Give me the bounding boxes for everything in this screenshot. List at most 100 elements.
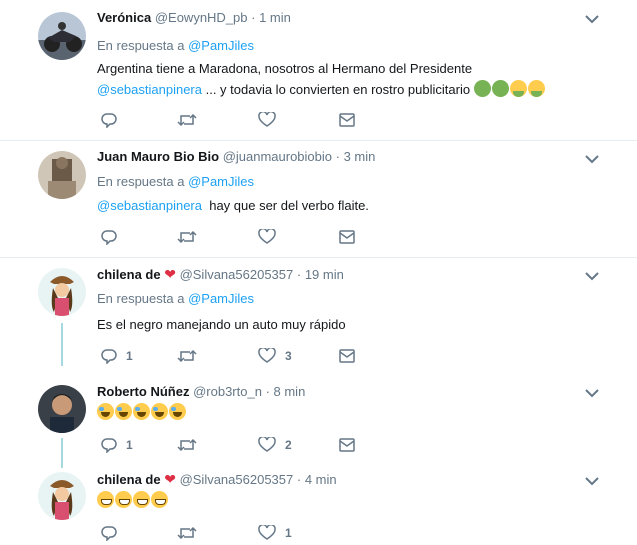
tweet-text-line: ... y todavia lo convierten en rostro pu… <box>201 82 471 97</box>
grinning-face-emoji <box>97 491 114 508</box>
heart-icon <box>258 229 276 244</box>
tweet[interactable]: chilena de ❤ @Silvana56205357 · 19 min E… <box>0 258 637 370</box>
like-button[interactable]: 3 <box>258 346 292 366</box>
tweet-actions: 1 <box>97 523 367 543</box>
display-name[interactable]: chilena de <box>97 267 161 282</box>
user-handle[interactable]: @rob3rto_n <box>193 384 262 399</box>
sick-face-emoji <box>491 80 509 97</box>
direct-message-button[interactable] <box>339 110 355 130</box>
tweet-actions <box>97 227 367 247</box>
tweet-text-line: hay que ser del verbo flaite. <box>201 198 369 213</box>
user-handle[interactable]: @Silvana56205357 <box>180 472 294 487</box>
retweet-icon <box>177 230 197 244</box>
heart-icon <box>258 348 276 363</box>
timestamp[interactable]: · 19 min <box>297 267 344 282</box>
user-handle[interactable]: @EowynHD_pb <box>155 10 248 25</box>
tweet-actions: 1 2 <box>97 435 367 455</box>
user-handle[interactable]: @juanmaurobiobio <box>223 149 332 164</box>
tweet-text <box>97 402 187 423</box>
grinning-face-emoji <box>133 491 150 508</box>
tweet-text: Argentina tiene a Maradona, nosotros al … <box>97 58 546 100</box>
avatar[interactable] <box>38 472 86 520</box>
reply-to-link[interactable]: @PamJiles <box>188 291 254 306</box>
reply-button[interactable] <box>101 227 126 247</box>
heart-icon <box>258 525 276 540</box>
heart-icon <box>258 437 276 452</box>
reply-count: 1 <box>126 349 133 363</box>
display-name[interactable]: Verónica <box>97 10 151 25</box>
retweet-icon <box>177 438 197 452</box>
direct-message-button[interactable] <box>339 227 355 247</box>
chevron-down-icon[interactable] <box>585 154 599 164</box>
like-button[interactable]: 2 <box>258 435 292 455</box>
red-heart-emoji: ❤ <box>164 266 176 282</box>
like-button[interactable] <box>258 227 285 247</box>
tweet-text-line: Argentina tiene a Maradona, nosotros al … <box>97 61 473 76</box>
sick-face-emoji <box>473 80 491 97</box>
reply-to-link[interactable]: @PamJiles <box>188 174 254 189</box>
reply-button[interactable] <box>101 523 126 543</box>
reply-icon <box>101 230 117 245</box>
timestamp[interactable]: · 4 min <box>297 472 337 487</box>
timestamp[interactable]: · 1 min <box>251 10 291 25</box>
reply-context: En respuesta a @PamJiles <box>97 174 254 189</box>
retweet-button[interactable] <box>177 227 206 247</box>
tweet[interactable]: Roberto Núñez @rob3rto_n · 8 min 1 2 <box>0 373 637 461</box>
avatar[interactable] <box>38 12 86 60</box>
like-button[interactable] <box>258 110 285 130</box>
reply-context: En respuesta a @PamJiles <box>97 38 254 53</box>
tears-of-joy-emoji <box>97 403 114 420</box>
display-name[interactable]: Roberto Núñez <box>97 384 189 399</box>
direct-message-button[interactable] <box>339 435 355 455</box>
timestamp[interactable]: · 8 min <box>266 384 306 399</box>
retweet-button[interactable] <box>177 110 206 130</box>
retweet-button[interactable] <box>177 435 206 455</box>
mention-link[interactable]: @sebastianpinera <box>97 198 202 213</box>
reply-button[interactable]: 1 <box>101 435 133 455</box>
direct-message-button[interactable] <box>339 346 355 366</box>
reply-count: 1 <box>126 438 133 452</box>
like-count: 1 <box>285 526 292 540</box>
mention-link[interactable]: @sebastianpinera <box>97 82 202 97</box>
tweet-text <box>97 490 169 511</box>
grinning-face-emoji <box>115 491 132 508</box>
tweet-text: @sebastianpinera hay que ser del verbo f… <box>97 195 369 216</box>
user-handle[interactable]: @Silvana56205357 <box>180 267 294 282</box>
reply-icon <box>101 113 117 128</box>
display-name[interactable]: Juan Mauro Bio Bio <box>97 149 219 164</box>
reply-icon <box>101 526 117 541</box>
tweet-actions: 1 3 <box>97 346 367 366</box>
chevron-down-icon[interactable] <box>585 14 599 24</box>
like-button[interactable]: 1 <box>258 523 292 543</box>
tears-of-joy-emoji <box>151 403 168 420</box>
reply-icon <box>101 349 117 364</box>
tweet-actions <box>97 110 367 130</box>
envelope-icon <box>339 113 355 127</box>
reply-context: En respuesta a @PamJiles <box>97 291 254 306</box>
tweet-text: Es el negro manejando un auto muy rápido <box>97 317 346 332</box>
retweet-button[interactable] <box>177 523 206 543</box>
tweet[interactable]: chilena de ❤ @Silvana56205357 · 4 min 1 <box>0 462 637 545</box>
reply-to-link[interactable]: @PamJiles <box>188 38 254 53</box>
envelope-icon <box>339 349 355 363</box>
tweet[interactable]: Verónica @EowynHD_pb · 1 min En respuest… <box>0 0 637 140</box>
envelope-icon <box>339 230 355 244</box>
avatar[interactable] <box>38 268 86 316</box>
timestamp[interactable]: · 3 min <box>336 149 376 164</box>
reply-button[interactable]: 1 <box>101 346 133 366</box>
chevron-down-icon[interactable] <box>585 476 599 486</box>
avatar[interactable] <box>38 385 86 433</box>
reply-prefix: En respuesta a <box>97 38 185 53</box>
avatar[interactable] <box>38 151 86 199</box>
reply-button[interactable] <box>101 110 126 130</box>
like-count: 3 <box>285 349 292 363</box>
display-name[interactable]: chilena de <box>97 472 161 487</box>
reply-icon <box>101 438 117 453</box>
chevron-down-icon[interactable] <box>585 271 599 281</box>
chevron-down-icon[interactable] <box>585 388 599 398</box>
tweet[interactable]: Juan Mauro Bio Bio @juanmaurobiobio · 3 … <box>0 141 637 257</box>
envelope-icon <box>339 438 355 452</box>
retweet-button[interactable] <box>177 346 206 366</box>
heart-icon <box>258 112 276 127</box>
vomit-face-emoji <box>509 80 527 97</box>
